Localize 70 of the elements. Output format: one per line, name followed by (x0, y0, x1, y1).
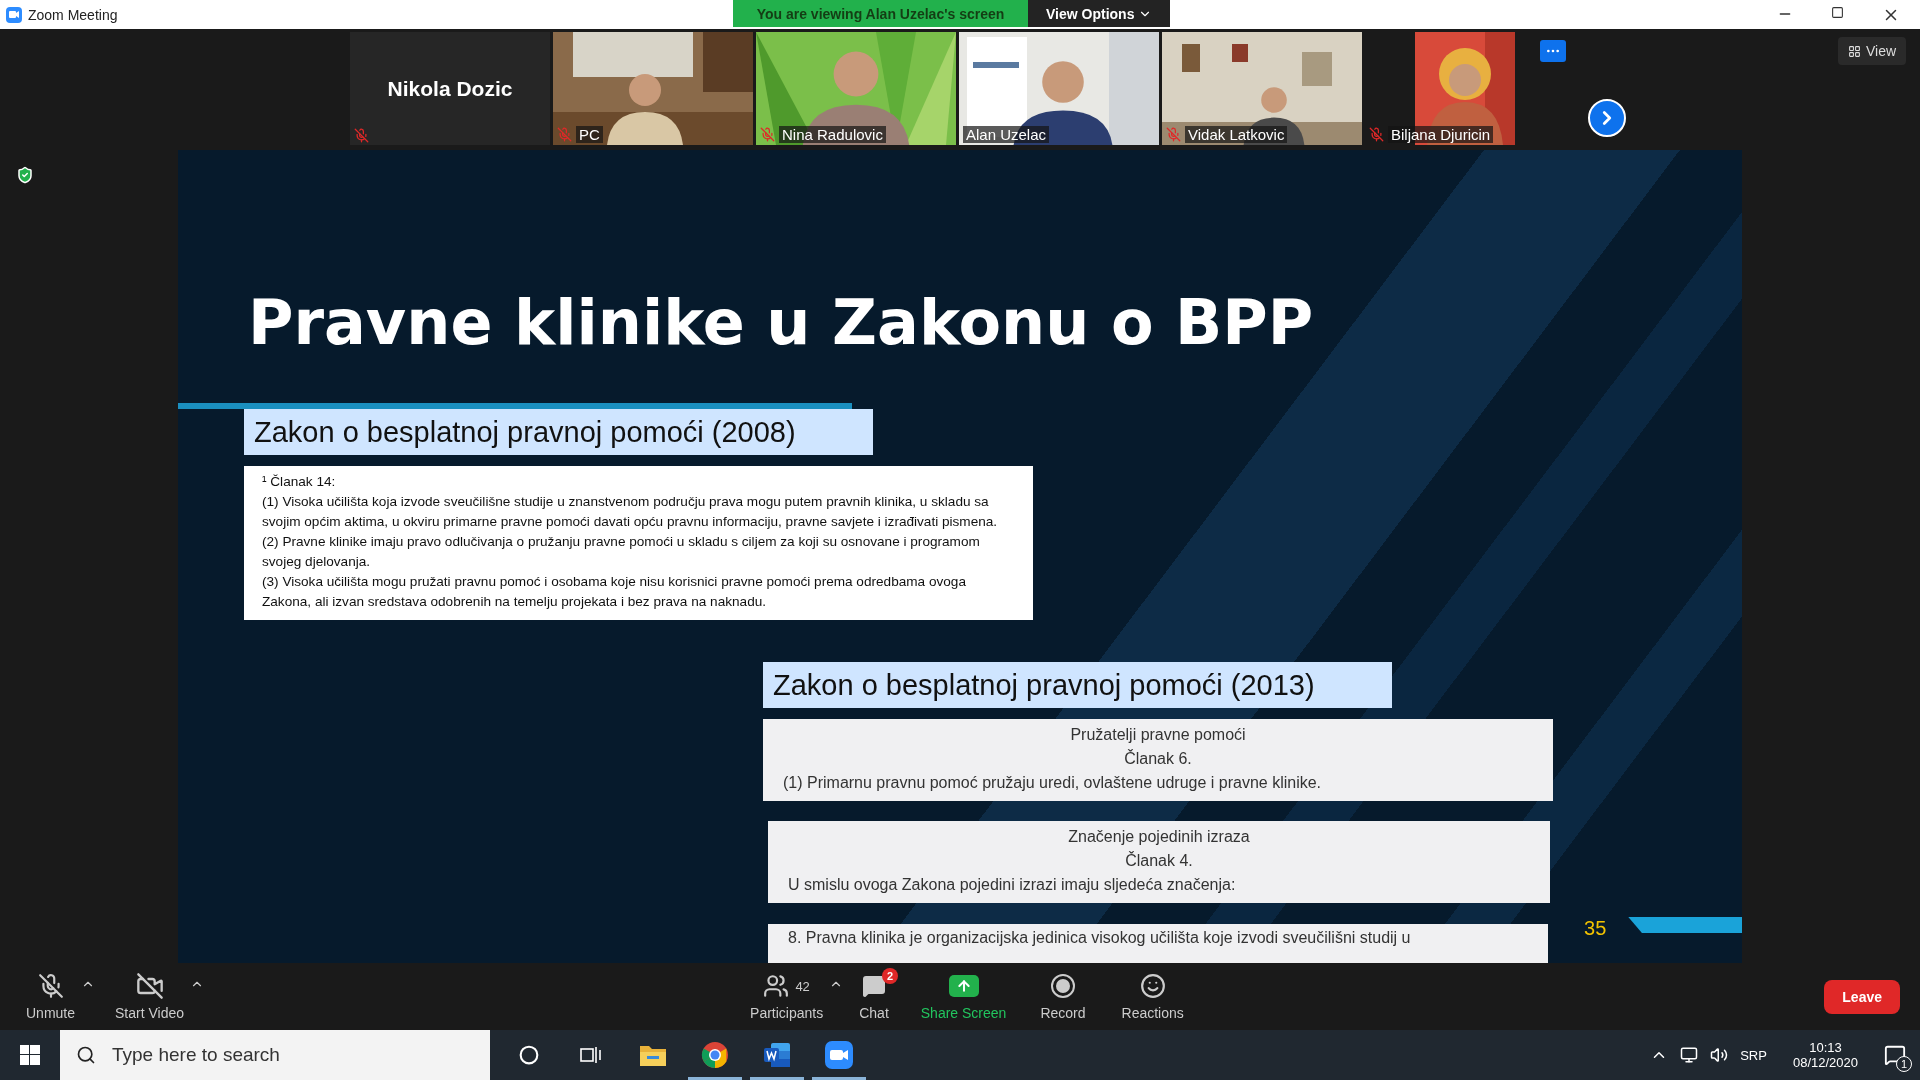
clock-date[interactable]: 08/12/2020 (1792, 1055, 1858, 1070)
cortana-circle-icon[interactable] (519, 1045, 539, 1065)
document-app-icon[interactable] (763, 1042, 791, 1068)
participant-tile[interactable]: Biljana Djuricin (1365, 32, 1565, 145)
page-number: 35 (1584, 917, 1607, 940)
unread-badge: 2 (882, 968, 898, 984)
participant-tile[interactable]: Nikola Dozic (350, 32, 550, 145)
video-camera-app-icon[interactable] (824, 1040, 854, 1070)
restore-icon[interactable] (1831, 5, 1844, 19)
article-number: Članak 6. (1123, 748, 1193, 769)
record-icon (1049, 973, 1076, 999)
participant-name: PC (576, 126, 603, 143)
more-options-button[interactable] (1540, 40, 1566, 62)
folder-icon[interactable] (639, 1043, 667, 1067)
slide-title: Pravne klinike u Zakonu o BPP (248, 285, 1315, 361)
security-shield-icon (16, 166, 34, 184)
clock-time[interactable]: 10:13 (1809, 1040, 1842, 1055)
chat-button[interactable]: 2 Chat (853, 968, 895, 1025)
participant-name: Biljana Djuricin (1388, 126, 1494, 143)
participant-tile[interactable]: Alan Uzelac (959, 32, 1159, 145)
record-button[interactable]: Record (1034, 968, 1092, 1025)
excerpt-paragraph: (1) Visoka učilišta koja izvode sveučilišne studije u znanstvenom području prava mogu putem pravnih klinika, u skladu sa svojim općim aktima, u okviru primarne pravne pomoći davati opću pravnu informaciju, pravne savjete i izrađivati pismena. (262, 493, 999, 531)
leave-button[interactable]: Leave (1824, 980, 1900, 1014)
article-heading: Značenje pojedinih izraza (1067, 827, 1251, 847)
view-options-button[interactable]: View Options (1028, 0, 1171, 27)
reactions-icon (1139, 973, 1166, 999)
input-language[interactable]: SRP (1740, 1047, 1767, 1063)
article-text: U smislu ovoga Zakona pojedini izrazi imaju sljedeća značenja: (788, 875, 1237, 895)
excerpt-paragraph: ¹ Članak 14: (262, 473, 337, 491)
notifications-icon[interactable] (1884, 1044, 1906, 1066)
search-field[interactable]: Type here to search (110, 1043, 454, 1067)
participant-name: Nikola Dozic (387, 76, 513, 101)
view-button[interactable]: View (1838, 37, 1907, 65)
task-view-icon[interactable] (580, 1045, 602, 1065)
muted-microphone-icon (37, 973, 64, 999)
participant-tile[interactable]: PC (553, 32, 753, 145)
app-logo-icon (6, 6, 22, 23)
volume-icon[interactable] (1710, 1046, 1729, 1064)
section-label: Zakon o besplatnoj pravnoj pomoći (2008) (244, 409, 873, 455)
search-box[interactable]: Type here to search (60, 1030, 490, 1080)
video-off-icon (135, 972, 164, 1000)
article-text: 8. Pravna klinika je organizacijska jedinica visokog učilišta koje izvodi sveučilišni studij u (768, 924, 1549, 963)
share-button[interactable]: Share Screen (914, 968, 1013, 1025)
participants-icon (763, 973, 790, 999)
search-icon (76, 1045, 96, 1065)
article-number: Članak 4. (1124, 850, 1194, 871)
participant-name: Nina Radulovic (779, 126, 886, 143)
participant-tile[interactable]: Vidak Latkovic (1162, 32, 1362, 145)
participants-button[interactable]: 42 Participants (744, 968, 830, 1025)
participant-name: Alan Uzelac (963, 126, 1050, 143)
mic-button[interactable]: Unmute (20, 968, 82, 1025)
chat-icon (862, 974, 886, 998)
notification-count: 1 (1896, 1056, 1912, 1072)
window-title: Zoom Meeting (28, 6, 118, 23)
network-icon[interactable] (1680, 1046, 1699, 1064)
screen-share-banner: You are viewing Alan Uzelac's screen (733, 0, 1028, 27)
next-page-button[interactable] (1588, 99, 1626, 137)
windows-start-icon[interactable] (20, 1045, 40, 1065)
share-screen-icon (948, 975, 979, 997)
article-text: (1) Primarnu pravnu pomoć pružaju uredi, ovlaštene udruge i pravne klinike. (783, 773, 1323, 793)
excerpt-paragraph: (3) Visoka učilišta mogu pružati pravnu pomoć i osobama koje nisu korisnici pravne pomoći prema odredbama ovoga Zakona, ali izvan sredstava odobrenih na temelju projekata i bez prava na naknadu. (262, 573, 967, 611)
article-heading: Pružatelji pravne pomoći (1069, 725, 1247, 745)
grid-icon (1848, 44, 1861, 58)
reactions-button[interactable]: Reactions (1115, 968, 1190, 1025)
participant-name: Vidak Latkovic (1185, 126, 1288, 143)
excerpt-paragraph: (2) Pravne klinike imaju pravo odlučivanja o pružanju pravne pomoći u skladu s ciljem za koji su osnovane i programom svojeg djelovanja. (262, 533, 981, 571)
section-label: Zakon o besplatnoj pravnoj pomoći (2013) (763, 662, 1392, 708)
video-button[interactable]: Start Video (109, 968, 191, 1025)
chrome-icon[interactable] (701, 1041, 729, 1069)
participant-tile[interactable]: Nina Radulovic (756, 32, 956, 145)
